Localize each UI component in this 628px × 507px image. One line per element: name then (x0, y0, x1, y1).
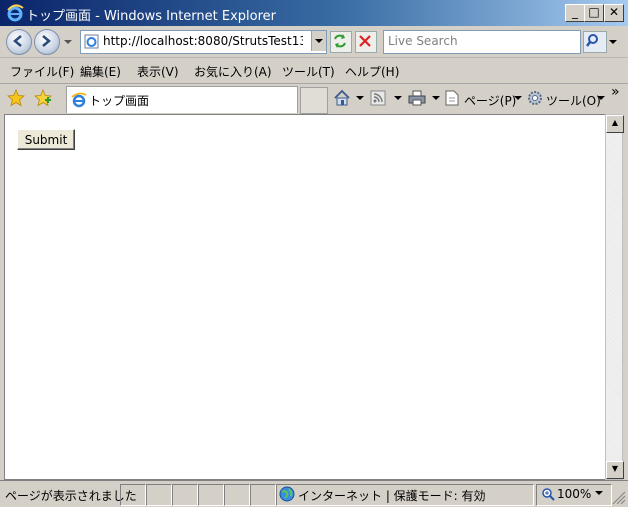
tools-dropdown-icon[interactable] (597, 96, 605, 102)
close-button[interactable]: ✕ (604, 4, 624, 22)
scroll-down-button[interactable]: ▼ (606, 461, 624, 479)
home-icon[interactable] (333, 89, 351, 107)
menu-view[interactable]: 表示(V) (137, 63, 179, 80)
tab-top-page[interactable]: トップ画面 (66, 86, 298, 113)
search-button[interactable] (583, 31, 607, 53)
menu-edit[interactable]: 編集(E) (80, 63, 121, 80)
security-zone-text: インターネット | 保護モード: 有効 (298, 489, 486, 503)
zoom-magnifier-icon (542, 488, 555, 501)
zoom-panel[interactable]: 100% (536, 484, 612, 506)
feeds-icon[interactable] (370, 90, 386, 106)
stop-button[interactable] (355, 31, 377, 53)
page-menu-label[interactable]: ページ(P) (464, 92, 516, 109)
feeds-dropdown-icon[interactable] (394, 96, 402, 102)
print-dropdown-icon[interactable] (432, 96, 440, 102)
forward-button[interactable] (34, 29, 60, 55)
window-title: トップ画面 - Windows Internet Explorer (26, 9, 276, 24)
scroll-up-button[interactable]: ▲ (606, 115, 624, 133)
page-icon (84, 34, 99, 49)
forward-arrow-icon (42, 35, 51, 47)
zoom-dropdown-icon (595, 491, 603, 495)
search-placeholder: Live Search (388, 34, 458, 48)
stop-icon (359, 35, 371, 47)
status-panel (172, 484, 198, 506)
status-panel (198, 484, 224, 506)
address-dropdown-button[interactable] (311, 31, 326, 51)
tab-title: トップ画面 (89, 94, 150, 108)
submit-button[interactable]: Submit (17, 129, 75, 150)
internet-globe-icon (279, 486, 295, 502)
status-panel (250, 484, 276, 506)
menu-favorites[interactable]: お気に入り(A) (194, 63, 272, 80)
ie-logo-icon (7, 4, 24, 22)
address-bar[interactable]: http://localhost:8080/StrutsTest13/inde (80, 30, 327, 54)
ie-page-icon (71, 92, 87, 108)
navigation-bar: http://localhost:8080/StrutsTest13/inde … (0, 26, 628, 58)
search-options-dropdown-icon[interactable] (608, 38, 618, 46)
command-bar: トップ画面 ページ(P) ツール(O) » (0, 84, 628, 114)
status-panel (224, 484, 250, 506)
new-tab-button[interactable] (300, 87, 328, 114)
security-zone-panel[interactable]: インターネット | 保護モード: 有効 (276, 484, 534, 506)
status-text: ページが表示されました (5, 489, 137, 503)
menu-bar: ファイル(F) 編集(E) 表示(V) お気に入り(A) ツール(T) ヘルプ(… (0, 58, 628, 84)
add-favorite-icon[interactable] (34, 89, 52, 107)
zoom-level: 100% (557, 487, 592, 501)
tools-menu-label[interactable]: ツール(O) (546, 92, 601, 109)
back-button[interactable] (6, 29, 32, 55)
back-arrow-icon (13, 35, 22, 47)
refresh-button[interactable] (330, 31, 352, 53)
address-url[interactable]: http://localhost:8080/StrutsTest13/inde (103, 34, 303, 48)
toolbar-overflow-chevron[interactable]: » (611, 84, 620, 100)
page-dropdown-icon[interactable] (514, 96, 522, 102)
search-input[interactable]: Live Search (383, 30, 581, 54)
tools-gear-icon[interactable] (527, 90, 543, 106)
recent-pages-dropdown-icon[interactable] (63, 38, 73, 46)
print-icon[interactable] (408, 90, 426, 106)
resize-grip-icon[interactable] (612, 491, 626, 505)
favorites-star-icon[interactable] (7, 89, 25, 107)
page-content: Submit (4, 114, 605, 480)
page-menu-icon[interactable] (445, 90, 459, 106)
title-bar: トップ画面 - Windows Internet Explorer _ □ ✕ (0, 0, 628, 26)
search-icon (586, 34, 598, 47)
chevron-down-icon (315, 39, 323, 43)
home-dropdown-icon[interactable] (356, 96, 364, 102)
status-panel (146, 484, 172, 506)
menu-file[interactable]: ファイル(F) (10, 63, 74, 80)
minimize-button[interactable]: _ (565, 4, 585, 22)
menu-help[interactable]: ヘルプ(H) (345, 63, 399, 80)
menu-tools[interactable]: ツール(T) (282, 63, 335, 80)
vertical-scrollbar[interactable]: ▲ ▼ (605, 114, 624, 480)
refresh-icon (334, 34, 346, 48)
status-bar: ページが表示されました インターネット | 保護モード: 有効 100% (0, 480, 628, 507)
status-panel (120, 484, 146, 506)
maximize-button[interactable]: □ (584, 4, 604, 22)
